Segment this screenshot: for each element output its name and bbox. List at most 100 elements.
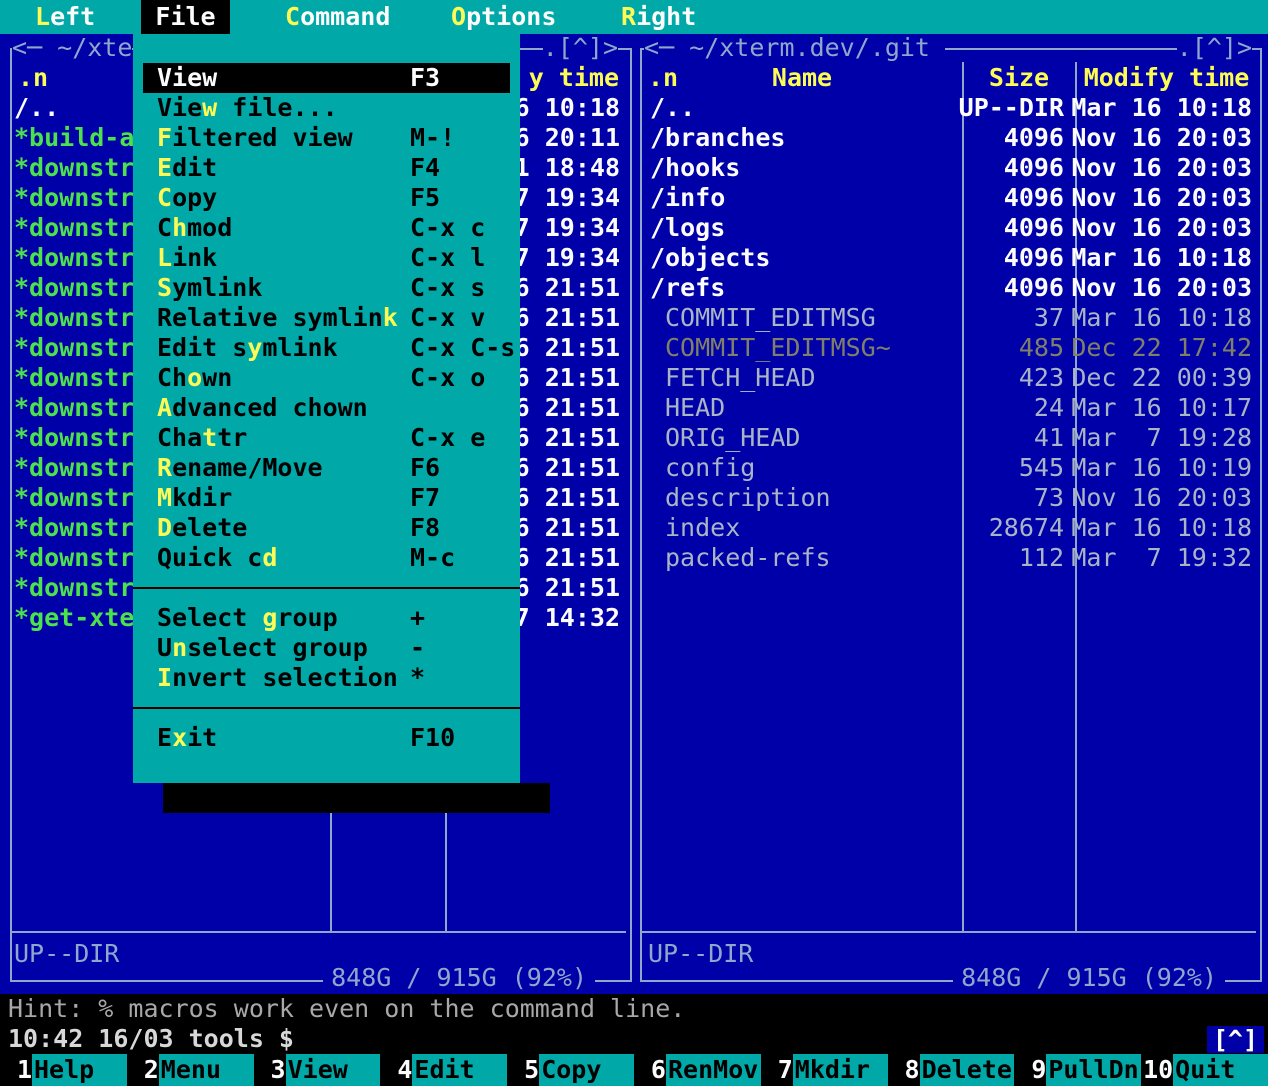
menu-item-label: Link bbox=[157, 243, 217, 273]
file-row-name-fragment[interactable]: *downstr bbox=[14, 513, 134, 543]
right-panel-title[interactable]: <─ ~/xterm.dev/.git bbox=[644, 34, 945, 62]
fkey-view[interactable]: 3View bbox=[254, 1054, 381, 1086]
file-row-name-fragment[interactable]: *downstr bbox=[14, 483, 134, 513]
menu-item-invert-selection[interactable]: Invert selection* bbox=[143, 663, 510, 693]
fkey-help[interactable]: 1Help bbox=[0, 1054, 127, 1086]
file-row-name[interactable]: /.. bbox=[650, 93, 695, 123]
menubar-item-file[interactable]: File bbox=[141, 0, 230, 34]
file-row-mtime-fragment: 6 21:51 bbox=[515, 483, 620, 513]
file-row-mtime-fragment: 7 19:34 bbox=[515, 213, 620, 243]
file-row-name[interactable]: config bbox=[650, 453, 755, 483]
file-row-name-fragment[interactable]: *downstr bbox=[14, 243, 134, 273]
menu-item-copy[interactable]: CopyF5 bbox=[143, 183, 510, 213]
file-row-mtime: Nov 16 20:03 bbox=[1071, 123, 1252, 153]
left-sort-indicator[interactable]: .n bbox=[18, 63, 48, 93]
menu-bar: Left File Command Options Right bbox=[0, 0, 1268, 34]
command-line[interactable]: 10:42 16/03 tools $ bbox=[8, 1024, 294, 1054]
file-row-name-fragment[interactable]: *downstr bbox=[14, 453, 134, 483]
menu-item-delete[interactable]: DeleteF8 bbox=[143, 513, 510, 543]
hotkey-letter: S bbox=[157, 273, 172, 302]
file-row-name-fragment[interactable]: *downstr bbox=[14, 333, 134, 363]
file-row-name-fragment[interactable]: *downstr bbox=[14, 303, 134, 333]
menubar-item-options[interactable]: Options bbox=[451, 0, 556, 34]
right-column-header-name[interactable]: Name bbox=[642, 63, 962, 93]
hotkey-letter: I bbox=[157, 663, 172, 692]
menu-item-edit[interactable]: EditF4 bbox=[143, 153, 510, 183]
file-row-name[interactable]: COMMIT_EDITMSG~ bbox=[650, 333, 891, 363]
menu-separator bbox=[133, 707, 520, 709]
menu-item-view[interactable]: ViewF3 bbox=[143, 63, 510, 93]
menu-item-shortcut: - bbox=[410, 633, 425, 663]
menu-item-unselect-group[interactable]: Unselect group- bbox=[143, 633, 510, 663]
right-column-header-size[interactable]: Size bbox=[963, 63, 1075, 93]
file-row-name[interactable]: COMMIT_EDITMSG bbox=[650, 303, 876, 333]
fkey-pulldn[interactable]: 9PullDn bbox=[1014, 1054, 1141, 1086]
fkey-renmov[interactable]: 6RenMov bbox=[634, 1054, 761, 1086]
fkey-copy[interactable]: 5Copy bbox=[507, 1054, 634, 1086]
menubar-item-right[interactable]: Right bbox=[621, 0, 696, 34]
left-panel-updir-marker[interactable]: .[^]> bbox=[543, 34, 618, 62]
file-row-name[interactable]: packed-refs bbox=[650, 543, 831, 573]
file-row-name-fragment[interactable]: *downstr bbox=[14, 423, 134, 453]
left-column-header-mtime[interactable]: y time bbox=[529, 63, 619, 93]
file-row-mtime-fragment: 6 21:51 bbox=[515, 513, 620, 543]
file-row-name-fragment[interactable]: *downstr bbox=[14, 543, 134, 573]
hotkey-letter: o bbox=[187, 363, 202, 392]
fkey-menu[interactable]: 2Menu bbox=[127, 1054, 254, 1086]
fkey-quit[interactable]: 10Quit bbox=[1141, 1054, 1268, 1086]
file-row-name[interactable]: HEAD bbox=[650, 393, 725, 423]
file-row-name[interactable]: /info bbox=[650, 183, 725, 213]
file-row-name-fragment[interactable]: *downstr bbox=[14, 573, 134, 603]
menu-item-link[interactable]: LinkC-x l bbox=[143, 243, 510, 273]
right-panel-updir-marker[interactable]: .[^]> bbox=[1177, 34, 1252, 62]
menu-item-mkdir[interactable]: MkdirF7 bbox=[143, 483, 510, 513]
file-row-name-fragment[interactable]: *downstr bbox=[14, 363, 134, 393]
menu-item-advanced-chown[interactable]: Advanced chown bbox=[143, 393, 510, 423]
file-row-name[interactable]: index bbox=[650, 513, 740, 543]
file-row-name-fragment[interactable]: *downstr bbox=[14, 153, 134, 183]
file-row-name-fragment[interactable]: *build-a bbox=[14, 123, 134, 153]
menu-item-edit-symlink[interactable]: Edit symlinkC-x C-s bbox=[143, 333, 510, 363]
menu-item-label: Advanced chown bbox=[157, 393, 368, 423]
menu-item-filtered-view[interactable]: Filtered viewM-! bbox=[143, 123, 510, 153]
menu-item-select-group[interactable]: Select group+ bbox=[143, 603, 510, 633]
file-row-mtime: Dec 22 00:39 bbox=[1071, 363, 1252, 393]
menu-item-rename-move[interactable]: Rename/MoveF6 bbox=[143, 453, 510, 483]
left-panel-title[interactable]: <─ ~/xte bbox=[12, 34, 132, 62]
file-row-name-fragment[interactable]: *downstr bbox=[14, 393, 134, 423]
file-row-name-fragment[interactable]: *downstr bbox=[14, 273, 134, 303]
fkey-label: Edit bbox=[412, 1054, 507, 1086]
hotkey-letter: d bbox=[262, 543, 277, 572]
menu-item-chattr[interactable]: ChattrC-x e bbox=[143, 423, 510, 453]
menu-item-view-file[interactable]: View file... bbox=[143, 93, 510, 123]
file-row-name-fragment[interactable]: /.. bbox=[14, 93, 59, 123]
fkey-edit[interactable]: 4Edit bbox=[380, 1054, 507, 1086]
menu-item-label: Select group bbox=[157, 603, 338, 633]
file-row-name[interactable]: /logs bbox=[650, 213, 725, 243]
menu-item-relative-symlink[interactable]: Relative symlinkC-x v bbox=[143, 303, 510, 333]
file-row-size: 112 bbox=[1019, 543, 1064, 573]
menu-item-chmod[interactable]: ChmodC-x c bbox=[143, 213, 510, 243]
fkey-delete[interactable]: 8Delete bbox=[888, 1054, 1015, 1086]
right-column-header-mtime[interactable]: Modify time bbox=[1077, 63, 1256, 93]
file-row-name[interactable]: FETCH_HEAD bbox=[650, 363, 816, 393]
menu-item-chown[interactable]: ChownC-x o bbox=[143, 363, 510, 393]
panel-toggle-button[interactable]: [^] bbox=[1207, 1026, 1264, 1053]
menubar-item-command[interactable]: Command bbox=[285, 0, 390, 34]
file-row-name-fragment[interactable]: *downstr bbox=[14, 183, 134, 213]
file-row-name-fragment[interactable]: *downstr bbox=[14, 213, 134, 243]
menu-item-exit[interactable]: ExitF10 bbox=[143, 723, 510, 753]
hotkey-letter: x bbox=[172, 723, 187, 752]
fkey-mkdir[interactable]: 7Mkdir bbox=[761, 1054, 888, 1086]
file-row-name-fragment[interactable]: *get-xte bbox=[14, 603, 134, 633]
file-row-name[interactable]: description bbox=[650, 483, 831, 513]
hotkey-letter: t bbox=[202, 423, 217, 452]
file-row-name[interactable]: /hooks bbox=[650, 153, 740, 183]
menu-item-symlink[interactable]: SymlinkC-x s bbox=[143, 273, 510, 303]
file-row-name[interactable]: /refs bbox=[650, 273, 725, 303]
menubar-item-left[interactable]: Left bbox=[35, 0, 95, 34]
menu-item-quick-cd[interactable]: Quick cdM-c bbox=[143, 543, 510, 573]
file-row-name[interactable]: /branches bbox=[650, 123, 785, 153]
file-row-name[interactable]: ORIG_HEAD bbox=[650, 423, 800, 453]
file-row-name[interactable]: /objects bbox=[650, 243, 770, 273]
